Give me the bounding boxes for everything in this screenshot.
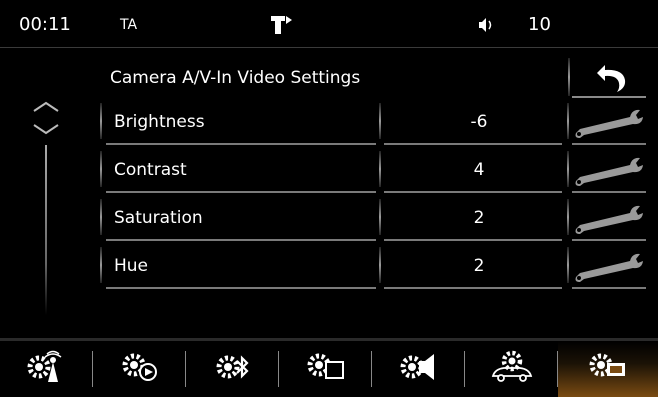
setting-row-saturation[interactable]: Saturation 2 bbox=[100, 199, 646, 241]
divider bbox=[106, 143, 376, 145]
setting-value: 2 bbox=[473, 208, 485, 228]
tab-bluetooth-settings[interactable] bbox=[186, 341, 279, 397]
setting-row-contrast[interactable]: Contrast 4 bbox=[100, 151, 646, 193]
ta-indicator: TA bbox=[120, 17, 138, 33]
volume-level: 10 bbox=[528, 14, 551, 35]
divider bbox=[384, 191, 562, 193]
tab-vehicle-settings[interactable] bbox=[465, 341, 558, 397]
tab-display-settings[interactable] bbox=[279, 341, 372, 397]
divider bbox=[100, 199, 102, 235]
setting-label: Saturation bbox=[114, 208, 203, 228]
setting-label: Contrast bbox=[114, 160, 187, 180]
setting-value: 2 bbox=[473, 256, 485, 276]
scroll-track[interactable] bbox=[45, 145, 47, 315]
speaker-icon bbox=[478, 17, 494, 37]
divider bbox=[379, 199, 381, 235]
divider bbox=[379, 103, 381, 139]
gear-car-icon bbox=[491, 350, 532, 382]
divider bbox=[379, 247, 381, 283]
divider bbox=[572, 191, 646, 193]
divider bbox=[567, 103, 569, 139]
divider bbox=[568, 58, 570, 96]
divider bbox=[567, 151, 569, 187]
setting-label: Hue bbox=[114, 256, 149, 276]
page-title: Camera A/V-In Video Settings bbox=[110, 68, 361, 88]
setting-value: 4 bbox=[473, 160, 485, 180]
divider bbox=[100, 247, 102, 283]
setting-row-hue[interactable]: Hue 2 bbox=[100, 247, 646, 289]
wrench-icon[interactable] bbox=[570, 153, 646, 189]
divider bbox=[567, 247, 569, 283]
bottom-nav bbox=[0, 338, 658, 397]
gear-antenna-icon bbox=[27, 350, 61, 382]
scroll-down-icon[interactable] bbox=[32, 122, 60, 136]
screen: 00:11 TA 10 Camera A/V-In Video Settings bbox=[0, 0, 658, 397]
back-arrow-icon bbox=[597, 65, 626, 92]
divider bbox=[572, 143, 646, 145]
tab-audio-settings[interactable] bbox=[372, 341, 465, 397]
divider bbox=[106, 287, 376, 289]
divider bbox=[100, 103, 102, 139]
gear-display-icon bbox=[307, 353, 344, 379]
setting-label: Brightness bbox=[114, 112, 205, 132]
wrench-icon[interactable] bbox=[570, 201, 646, 237]
tab-camera-settings[interactable] bbox=[558, 341, 658, 397]
setting-value: -6 bbox=[470, 112, 488, 132]
gear-camera-icon bbox=[589, 353, 625, 377]
tab-media-settings[interactable] bbox=[93, 341, 186, 397]
wrench-icon[interactable] bbox=[570, 249, 646, 285]
clock: 00:11 bbox=[19, 14, 71, 35]
gear-speaker-icon bbox=[400, 354, 434, 380]
wrench-icon[interactable] bbox=[570, 105, 646, 141]
tab-antenna-settings[interactable] bbox=[0, 341, 93, 397]
divider bbox=[384, 287, 562, 289]
divider bbox=[384, 143, 562, 145]
gear-play-icon bbox=[122, 353, 157, 381]
divider bbox=[100, 151, 102, 187]
scrollbar[interactable] bbox=[32, 100, 62, 320]
divider bbox=[106, 191, 376, 193]
back-button[interactable] bbox=[568, 58, 646, 98]
gear-bluetooth-icon bbox=[216, 355, 249, 379]
traffic-program-icon bbox=[270, 14, 294, 40]
divider bbox=[384, 239, 562, 241]
scroll-up-icon[interactable] bbox=[32, 100, 60, 114]
divider bbox=[572, 239, 646, 241]
status-bar: 00:11 TA 10 bbox=[0, 0, 658, 48]
divider bbox=[106, 239, 376, 241]
divider bbox=[572, 96, 646, 98]
setting-row-brightness[interactable]: Brightness -6 bbox=[100, 103, 646, 145]
divider bbox=[567, 199, 569, 235]
divider bbox=[379, 151, 381, 187]
divider bbox=[572, 287, 646, 289]
